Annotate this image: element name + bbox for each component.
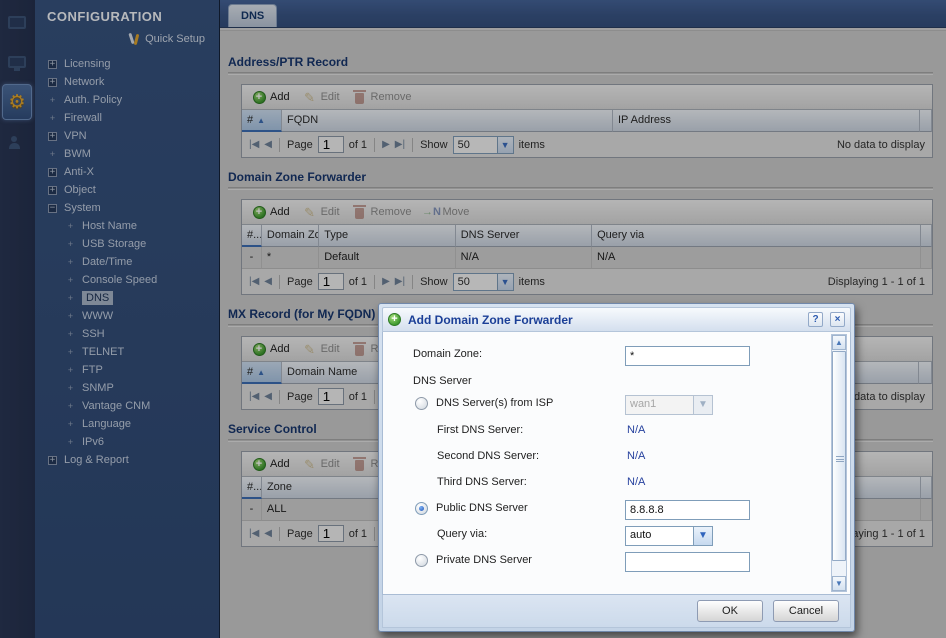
query-via-value: auto xyxy=(625,526,693,546)
third-dns-value: N/A xyxy=(627,476,646,488)
private-dns-radio[interactable] xyxy=(415,554,428,567)
chevron-down-icon: ▼ xyxy=(693,526,713,546)
add-icon: + xyxy=(388,313,401,326)
query-via-label: Query via: xyxy=(437,528,488,540)
dns-server-label: DNS Server xyxy=(413,375,472,387)
second-dns-label: Second DNS Server: xyxy=(437,450,540,462)
cancel-button[interactable]: Cancel xyxy=(773,600,839,622)
zywall-configuration-window: ⚙ CONFIGURATION Quick Setup + Licensing + N… xyxy=(0,0,946,638)
first-dns-value: N/A xyxy=(627,424,646,436)
isp-dns-radio-label: DNS Server(s) from ISP xyxy=(436,397,554,409)
private-dns-radio-label: Private DNS Server xyxy=(436,554,532,566)
isp-dns-radio[interactable] xyxy=(415,397,428,410)
chevron-down-icon: ▼ xyxy=(693,395,713,415)
query-via-select[interactable]: auto ▼ xyxy=(625,526,713,546)
help-button[interactable]: ? xyxy=(808,312,823,327)
scrollbar-grip xyxy=(836,456,844,462)
first-dns-row: First DNS Server: N/A xyxy=(383,422,850,442)
dialog-footer: OK Cancel xyxy=(382,595,851,628)
public-dns-radio-label: Public DNS Server xyxy=(436,502,528,514)
dns-server-heading-row: DNS Server xyxy=(383,373,850,393)
dialog-scrollbar[interactable]: ▲ ▼ xyxy=(831,334,847,592)
second-dns-value: N/A xyxy=(627,450,646,462)
public-dns-row: Public DNS Server xyxy=(383,500,850,520)
scrollbar-thumb[interactable] xyxy=(832,351,846,561)
add-domain-zone-forwarder-dialog: + Add Domain Zone Forwarder ? × Domain Z… xyxy=(378,303,855,632)
query-via-row: Query via: auto ▼ xyxy=(383,526,850,546)
domain-zone-label: Domain Zone: xyxy=(413,348,483,360)
isp-interface-value: wan1 xyxy=(625,395,693,415)
public-dns-radio[interactable] xyxy=(415,502,428,515)
scroll-down-icon[interactable]: ▼ xyxy=(832,576,846,591)
ok-button[interactable]: OK xyxy=(697,600,763,622)
third-dns-label: Third DNS Server: xyxy=(437,476,527,488)
public-dns-input[interactable] xyxy=(625,500,750,520)
close-icon[interactable]: × xyxy=(830,312,845,327)
scroll-up-icon[interactable]: ▲ xyxy=(832,335,846,350)
domain-zone-input[interactable] xyxy=(625,346,750,366)
dialog-titlebar: + Add Domain Zone Forwarder ? × xyxy=(382,307,851,332)
third-dns-row: Third DNS Server: N/A xyxy=(383,474,850,494)
domain-zone-row: Domain Zone: xyxy=(383,346,850,366)
second-dns-row: Second DNS Server: N/A xyxy=(383,448,850,468)
first-dns-label: First DNS Server: xyxy=(437,424,524,436)
private-dns-row: Private DNS Server xyxy=(383,552,850,572)
dialog-title: Add Domain Zone Forwarder xyxy=(408,312,573,327)
private-dns-input[interactable] xyxy=(625,552,750,572)
isp-interface-select[interactable]: wan1 ▼ xyxy=(625,395,713,415)
dialog-body: Domain Zone: DNS Server DNS Server(s) fr… xyxy=(382,332,851,595)
isp-dns-row: DNS Server(s) from ISP wan1 ▼ xyxy=(383,395,850,415)
